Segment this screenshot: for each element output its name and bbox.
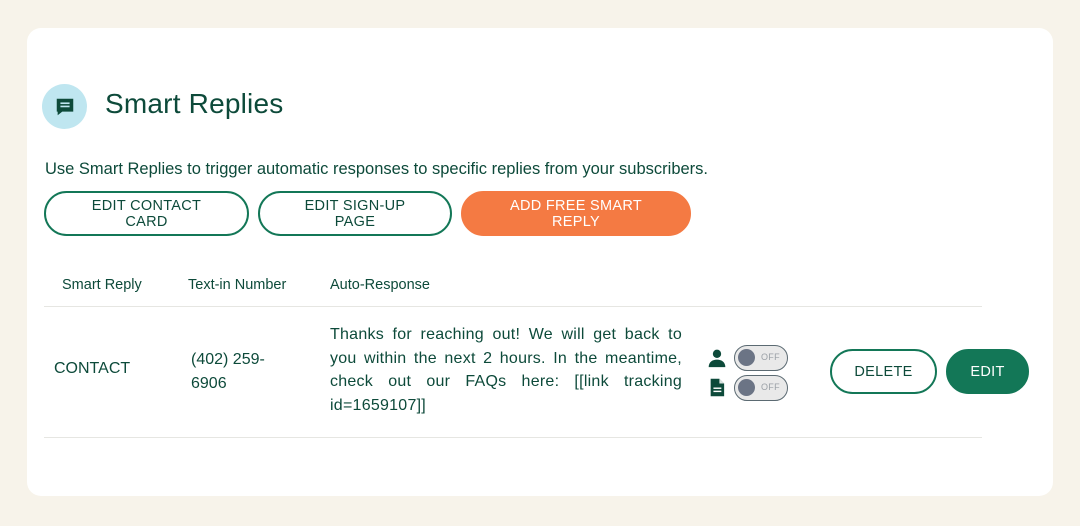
edit-contact-card-button[interactable]: EDIT CONTACT CARD [44, 191, 249, 236]
toggle-state-label: OFF [761, 351, 780, 362]
column-header-auto-response: Auto-Response [330, 277, 430, 293]
auto-response-text: Thanks for reaching out! We will get bac… [330, 326, 682, 414]
toggle-state-label: OFF [761, 381, 780, 392]
chat-message-icon [42, 84, 87, 129]
toggle-group: OFF OFF [707, 343, 788, 403]
edit-signup-page-button[interactable]: EDIT SIGN-UP PAGE [258, 191, 452, 236]
toggle-knob [738, 378, 755, 396]
delete-button[interactable]: DELETE [830, 349, 937, 394]
page-header: Smart Replies [42, 84, 283, 129]
smart-reply-keyword: CONTACT [54, 360, 131, 377]
smart-replies-card: Smart Replies Use Smart Replies to trigg… [27, 28, 1053, 496]
sign-up-page-toggle[interactable]: OFF [734, 374, 788, 401]
toggle-knob [738, 348, 755, 366]
column-header-smart-reply: Smart Reply [62, 277, 142, 293]
action-toolbar: EDIT CONTACT CARD EDIT SIGN-UP PAGE ADD … [44, 191, 691, 236]
table-row: CONTACT (402) 259-6906 Thanks for reachi… [44, 307, 1029, 438]
column-header-text-in-number: Text-in Number [188, 277, 287, 293]
row-actions: DELETE EDIT [830, 349, 1029, 394]
edit-button[interactable]: EDIT [946, 349, 1029, 394]
text-in-number: (402) 259-6906 [191, 351, 265, 392]
smart-replies-table: Smart Reply Text-in Number Auto-Response… [44, 264, 1029, 438]
page-description: Use Smart Replies to trigger automatic r… [45, 160, 709, 178]
document-toggle-row: OFF [707, 373, 788, 402]
table-header-row: Smart Reply Text-in Number Auto-Response [44, 264, 982, 307]
contact-card-toggle[interactable]: OFF [734, 344, 788, 371]
add-free-smart-reply-button[interactable]: ADD FREE SMART REPLY [461, 191, 691, 236]
page-title: Smart Replies [105, 87, 284, 119]
document-icon [707, 378, 727, 397]
person-icon [707, 348, 727, 368]
contact-toggle-row: OFF [707, 343, 788, 372]
